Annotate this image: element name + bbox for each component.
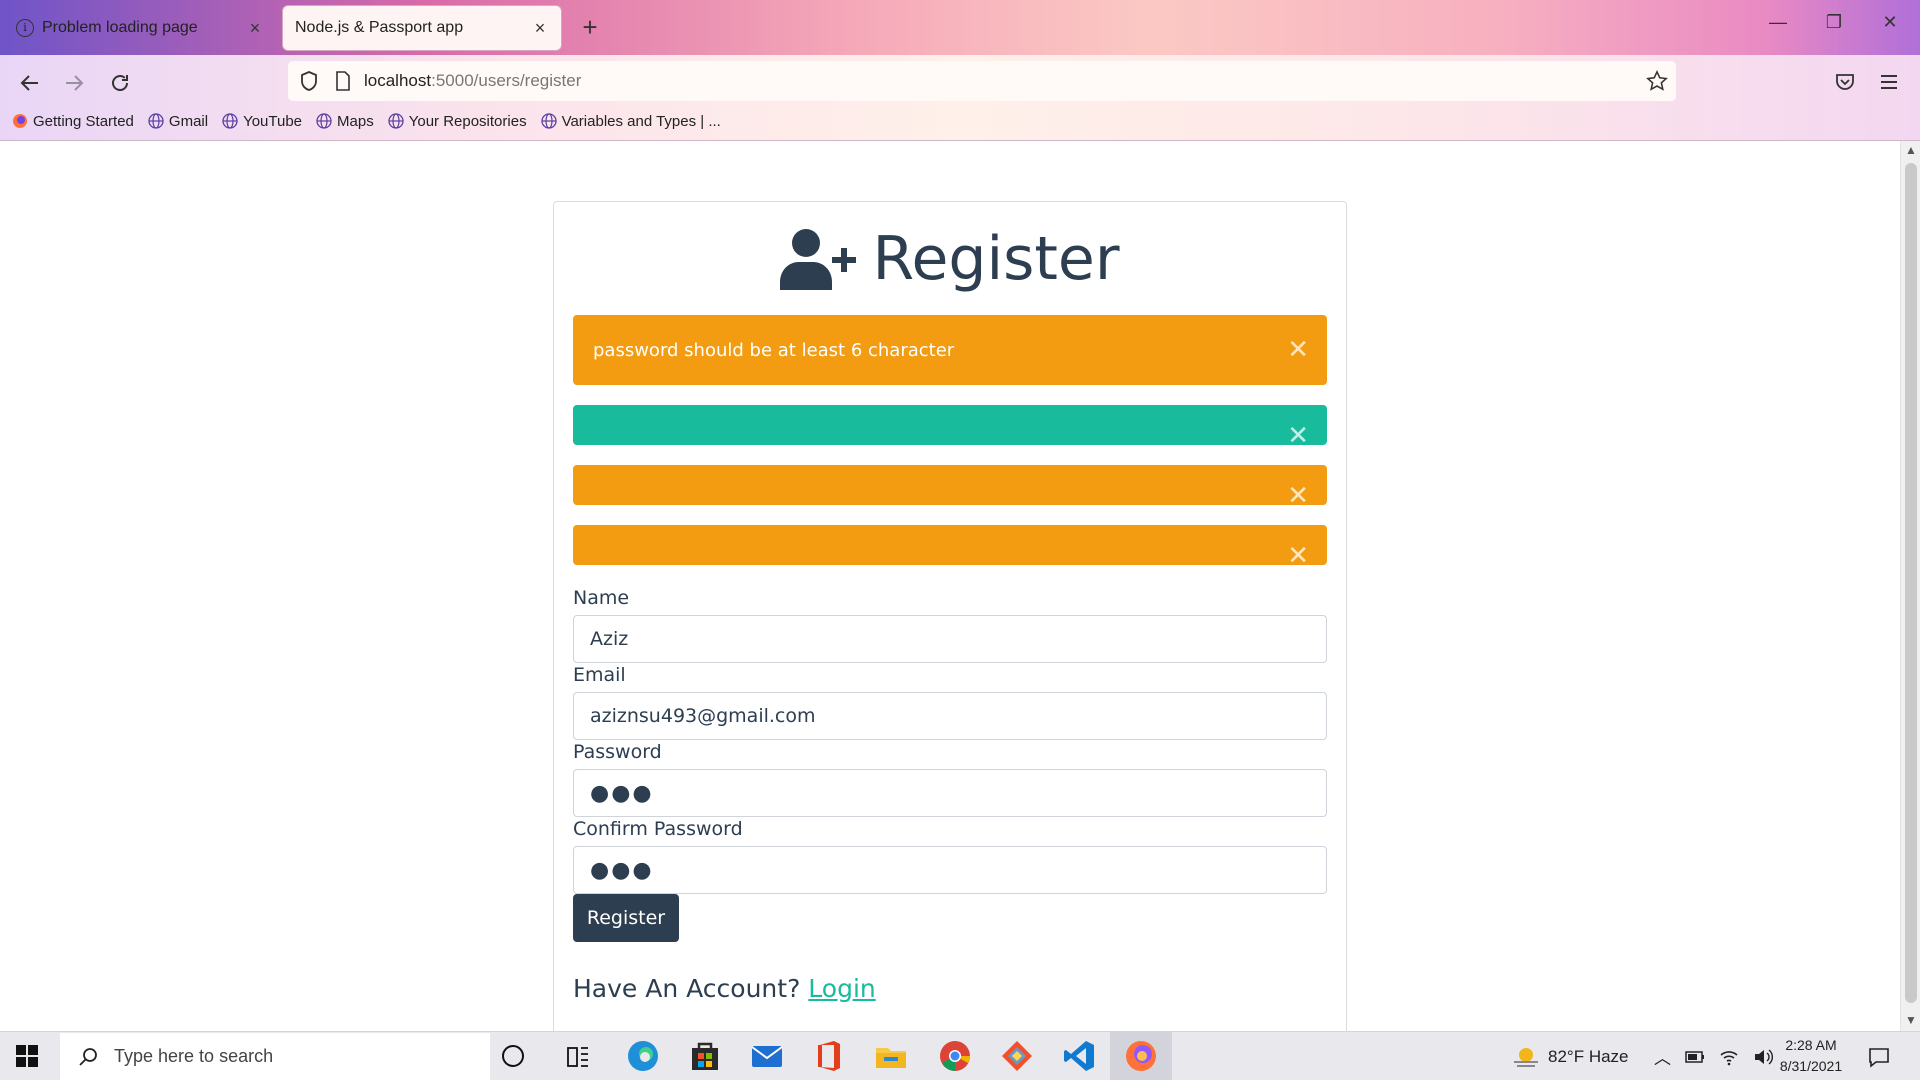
wifi-icon[interactable] <box>1719 1048 1739 1066</box>
taskbar-clock[interactable]: 2:28 AM 8/31/2021 <box>1766 1035 1856 1077</box>
tab-title: Node.js & Passport app <box>295 19 464 36</box>
tab-title: Problem loading page <box>42 19 198 36</box>
name-input[interactable]: Aziz <box>573 615 1327 663</box>
close-icon[interactable]: ✕ <box>1287 335 1309 365</box>
reload-button[interactable] <box>102 65 138 101</box>
url-bar[interactable]: localhost:5000/users/register <box>288 61 1676 101</box>
email-input[interactable]: aziznsu493@gmail.com <box>573 692 1327 740</box>
edge-icon[interactable] <box>626 1039 660 1073</box>
close-icon[interactable]: ✕ <box>1287 481 1309 511</box>
system-tray: ︿ <box>1654 1032 1773 1080</box>
battery-icon[interactable] <box>1685 1050 1705 1064</box>
confirm-password-input[interactable]: ●●● <box>573 846 1327 894</box>
user-plus-icon <box>780 229 857 290</box>
info-icon: i <box>16 19 34 37</box>
menu-icon[interactable] <box>1878 71 1900 93</box>
bookmark-variables-and-types[interactable]: Variables and Types | ... <box>540 113 721 130</box>
mail-icon[interactable] <box>750 1039 784 1073</box>
page-title: Register <box>554 224 1346 294</box>
shield-icon <box>301 71 317 91</box>
globe-icon <box>222 113 238 129</box>
bookmark-gmail[interactable]: Gmail <box>148 113 208 130</box>
globe-icon <box>540 113 557 129</box>
globe-icon <box>316 113 332 129</box>
bookmark-youtube[interactable]: YouTube <box>222 113 302 130</box>
file-explorer-icon[interactable] <box>874 1039 908 1073</box>
vscode-icon[interactable] <box>1062 1039 1096 1073</box>
chrome-icon[interactable] <box>938 1039 972 1073</box>
confirm-password-label: Confirm Password <box>573 818 743 840</box>
page-viewport: Register password should be at least 6 c… <box>0 141 1900 1031</box>
close-window-button[interactable]: ✕ <box>1870 12 1910 33</box>
globe-icon <box>388 113 404 129</box>
email-label: Email <box>573 664 626 686</box>
have-account-text: Have An Account? Login <box>573 974 876 1003</box>
scroll-up-icon[interactable]: ▲ <box>1905 143 1917 157</box>
close-icon[interactable]: ✕ <box>1287 541 1309 571</box>
store-icon[interactable] <box>688 1039 722 1073</box>
new-tab-button[interactable]: + <box>575 12 605 43</box>
globe-icon <box>148 113 164 129</box>
bookmark-your-repositories[interactable]: Your Repositories <box>388 113 527 130</box>
login-link[interactable]: Login <box>808 974 875 1003</box>
alert-success: ✕ <box>573 405 1327 451</box>
password-label: Password <box>573 741 662 763</box>
reload-icon <box>112 75 128 91</box>
star-icon[interactable] <box>1646 70 1668 92</box>
firefox-icon <box>13 114 27 128</box>
register-card: Register password should be at least 6 c… <box>553 201 1347 1031</box>
tab-problem-loading[interactable]: i Problem loading page × <box>4 6 276 50</box>
arrow-right-icon <box>66 75 84 91</box>
weather-haze-icon <box>1514 1047 1538 1067</box>
taskbar: Type here to search 82°F Haze ︿ 2:28 AM … <box>0 1031 1920 1080</box>
bookmark-maps[interactable]: Maps <box>316 113 374 130</box>
close-icon[interactable]: ✕ <box>1287 421 1309 451</box>
url-text[interactable]: localhost:5000/users/register <box>364 71 581 91</box>
weather-widget[interactable]: 82°F Haze <box>1512 1032 1629 1080</box>
scrollbar[interactable]: ▲ ▼ <box>1900 141 1920 1031</box>
cortana-icon[interactable] <box>502 1045 524 1067</box>
back-button[interactable] <box>12 65 48 101</box>
scrollbar-thumb[interactable] <box>1905 163 1917 1003</box>
search-icon <box>79 1047 97 1066</box>
task-view-icon[interactable] <box>566 1045 590 1069</box>
alert-warning: ✕ <box>573 465 1327 511</box>
notification-icon[interactable] <box>1868 1046 1890 1068</box>
arrow-left-icon <box>20 75 38 91</box>
windows-start-icon[interactable] <box>16 1045 38 1067</box>
alert-warning-password: password should be at least 6 character … <box>573 315 1327 385</box>
alert-warning: ✕ <box>573 525 1327 571</box>
name-label: Name <box>573 587 630 609</box>
close-icon[interactable]: × <box>246 18 264 39</box>
firefox-icon[interactable] <box>1124 1039 1158 1073</box>
password-input[interactable]: ●●● <box>573 769 1327 817</box>
forward-button[interactable] <box>56 65 92 101</box>
pocket-icon[interactable] <box>1834 71 1856 93</box>
scroll-down-icon[interactable]: ▼ <box>1905 1013 1917 1027</box>
page-icon <box>336 71 350 91</box>
restore-button[interactable]: ❐ <box>1814 12 1854 33</box>
bookmark-getting-started[interactable]: Getting Started <box>12 113 134 130</box>
close-icon[interactable]: × <box>531 18 549 39</box>
git-kraken-icon[interactable] <box>1000 1039 1034 1073</box>
chevron-up-icon[interactable]: ︿ <box>1654 1044 1671 1069</box>
office-icon[interactable] <box>812 1039 846 1073</box>
tab-passport-app[interactable]: Node.js & Passport app × <box>283 6 561 50</box>
minimize-button[interactable]: — <box>1758 12 1798 33</box>
alert-text: password should be at least 6 character <box>593 339 955 361</box>
bookmarks-bar: Getting Started Gmail YouTube Maps Your … <box>12 110 721 132</box>
toolbar: localhost:5000/users/register Getting St… <box>0 55 1920 141</box>
register-button[interactable]: Register <box>573 894 679 942</box>
taskbar-search[interactable]: Type here to search <box>60 1033 490 1080</box>
